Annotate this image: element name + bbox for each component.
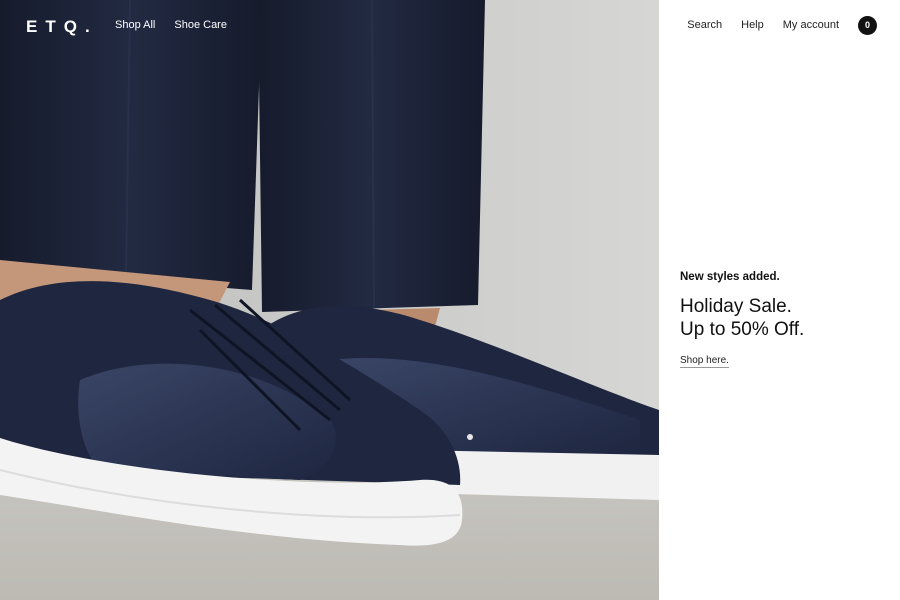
utility-nav: Search Help My account: [687, 19, 839, 31]
promo-kicker: New styles added.: [680, 271, 780, 283]
promo-block: New styles added. Holiday Sale. Up to 50…: [680, 271, 890, 368]
nav-shop-all[interactable]: Shop All: [115, 19, 155, 31]
nav-shoe-care[interactable]: Shoe Care: [174, 19, 227, 31]
brand-logo[interactable]: ETQ.: [26, 17, 98, 37]
nav-help[interactable]: Help: [741, 19, 764, 31]
shop-here-link[interactable]: Shop here.: [680, 355, 729, 368]
promo-headline-line1: Holiday Sale.: [680, 296, 792, 317]
hero-image: [0, 0, 659, 600]
nav-my-account[interactable]: My account: [783, 19, 839, 31]
primary-nav: Shop All Shoe Care: [115, 19, 227, 31]
promo-headline-line2: Up to 50% Off.: [680, 319, 805, 340]
nav-search[interactable]: Search: [687, 19, 722, 31]
promo-panel: New styles added. Holiday Sale. Up to 50…: [659, 0, 900, 600]
hero-photo-sneakers: [0, 0, 659, 600]
promo-headline: Holiday Sale. Up to 50% Off.: [680, 295, 890, 341]
cart-count-badge[interactable]: 0: [858, 16, 877, 35]
